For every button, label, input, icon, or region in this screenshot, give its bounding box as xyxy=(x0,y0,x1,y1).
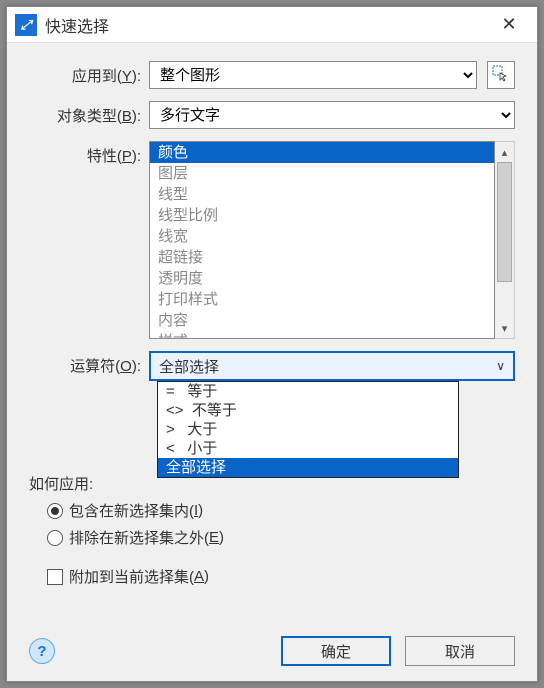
properties-item[interactable]: 颜色 xyxy=(150,142,494,163)
exclude-radio[interactable]: 排除在新选择集之外(E) xyxy=(47,527,515,548)
select-objects-icon xyxy=(492,65,510,86)
operator-option[interactable]: < 小于 xyxy=(158,439,458,458)
help-icon: ? xyxy=(37,643,46,660)
titlebar: ⤢ 快速选择 ✕ xyxy=(7,7,537,43)
radio-icon xyxy=(47,530,63,546)
scroll-thumb[interactable] xyxy=(497,162,512,282)
operator-option[interactable]: <> 不等于 xyxy=(158,401,458,420)
operator-option[interactable]: > 大于 xyxy=(158,420,458,439)
properties-item[interactable]: 图层 xyxy=(150,163,494,184)
radio-icon xyxy=(47,503,63,519)
append-checkbox[interactable] xyxy=(47,569,63,585)
operator-option[interactable]: 全部选择 xyxy=(158,458,458,477)
close-button[interactable]: ✕ xyxy=(489,7,529,43)
chevron-down-icon: ∨ xyxy=(496,359,505,373)
append-checkbox-row[interactable]: 附加到当前选择集(A) xyxy=(29,566,515,587)
properties-scrollbar[interactable]: ▴ ▾ xyxy=(495,141,515,339)
properties-item[interactable]: 透明度 xyxy=(150,268,494,289)
properties-item[interactable]: 线型比例 xyxy=(150,205,494,226)
operator-combo[interactable]: 全部选择 ∨ xyxy=(149,351,515,381)
object-type-label: 对象类型(B): xyxy=(29,101,149,126)
properties-item[interactable]: 超链接 xyxy=(150,247,494,268)
pick-objects-button[interactable] xyxy=(487,61,515,89)
quick-select-dialog: ⤢ 快速选择 ✕ 应用到(Y): 整个图形 xyxy=(6,6,538,682)
cancel-button[interactable]: 取消 xyxy=(405,636,515,666)
window-title: 快速选择 xyxy=(45,13,489,37)
help-button[interactable]: ? xyxy=(29,638,55,664)
scroll-track[interactable] xyxy=(495,162,514,318)
object-type-combo[interactable]: 多行文字 xyxy=(149,101,515,129)
properties-label: 特性(P): xyxy=(29,141,149,166)
properties-item[interactable]: 线宽 xyxy=(150,226,494,247)
scroll-up-icon[interactable]: ▴ xyxy=(495,142,514,162)
properties-listbox[interactable]: 颜色图层线型线型比例线宽超链接透明度打印样式内容样式注释性 xyxy=(149,141,495,339)
properties-item[interactable]: 线型 xyxy=(150,184,494,205)
operator-dropdown[interactable]: = 等于<> 不等于> 大于< 小于全部选择 xyxy=(157,381,459,478)
apply-to-label: 应用到(Y): xyxy=(29,61,149,86)
close-icon: ✕ xyxy=(501,14,516,35)
include-radio[interactable]: 包含在新选择集内(I) xyxy=(47,500,515,521)
operator-label: 运算符(O): xyxy=(29,351,149,376)
app-icon: ⤢ xyxy=(15,14,37,36)
scroll-down-icon[interactable]: ▾ xyxy=(495,318,514,338)
dialog-body: 应用到(Y): 整个图形 对象类型(B): 多行文字 xyxy=(7,43,537,681)
ok-button[interactable]: 确定 xyxy=(281,636,391,666)
properties-item[interactable]: 样式 xyxy=(150,331,494,339)
operator-value: 全部选择 xyxy=(159,356,219,377)
operator-option[interactable]: = 等于 xyxy=(158,382,458,401)
properties-item[interactable]: 打印样式 xyxy=(150,289,494,310)
properties-item[interactable]: 内容 xyxy=(150,310,494,331)
apply-to-combo[interactable]: 整个图形 xyxy=(149,61,477,89)
